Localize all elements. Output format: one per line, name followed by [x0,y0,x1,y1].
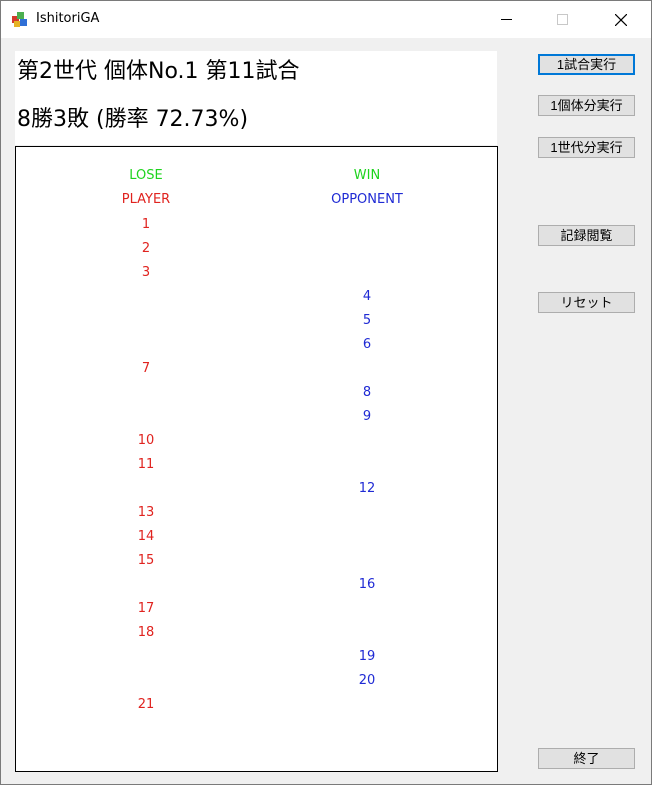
move-opponent: 6 [362,337,372,352]
move-opponent: 20 [358,673,376,688]
maximize-button[interactable] [539,1,585,38]
status-header: 第2世代 個体No.1 第11試合 8勝3敗 (勝率 72.73%) [15,51,497,145]
run-one-generation-button[interactable]: 1世代分実行 [538,137,635,158]
match-info: 第2世代 個体No.1 第11試合 [17,59,300,84]
app-window: IshitoriGA 第2世代 個体No.1 第11試合 8勝3敗 (勝率 72… [0,0,652,785]
minimize-button[interactable] [483,1,529,38]
move-opponent: 5 [362,313,372,328]
reset-button[interactable]: リセット [538,292,635,313]
move-opponent: 12 [358,481,376,496]
move-player: 10 [137,433,155,448]
app-icon [11,10,29,28]
move-opponent: 8 [362,385,372,400]
exit-button[interactable]: 終了 [538,748,635,769]
window-title: IshitoriGA [36,11,100,26]
title-bar[interactable]: IshitoriGA [1,1,651,38]
close-button[interactable] [598,1,644,38]
maximize-icon [556,14,568,25]
win-rate: 8勝3敗 (勝率 72.73%) [17,107,249,132]
run-one-match-button[interactable]: 1試合実行 [538,54,635,75]
move-player: 18 [137,625,155,640]
move-player: 14 [137,529,155,544]
move-player: 13 [137,505,155,520]
move-player: 7 [141,361,151,376]
game-log-panel: LOSE WIN PLAYER OPPONENT 1 2 3 4 5 6 7 8 9 10 11 12… [15,146,498,772]
view-records-button[interactable]: 記録閲覧 [538,225,635,246]
move-player: 21 [137,697,155,712]
run-one-individual-button[interactable]: 1個体分実行 [538,95,635,116]
move-player: 1 [141,217,151,232]
move-player: 17 [137,601,155,616]
move-opponent: 16 [358,577,376,592]
minimize-icon [500,14,512,25]
move-opponent: 4 [362,289,372,304]
move-opponent: 19 [358,649,376,664]
player-label: PLAYER [121,192,171,207]
move-player: 3 [141,265,151,280]
player-result: LOSE [129,168,163,183]
opponent-result: WIN [353,168,381,183]
opponent-label: OPPONENT [331,192,403,207]
move-player: 11 [137,457,155,472]
move-player: 2 [141,241,151,256]
move-opponent: 9 [362,409,372,424]
close-icon [615,13,627,26]
move-player: 15 [137,553,155,568]
